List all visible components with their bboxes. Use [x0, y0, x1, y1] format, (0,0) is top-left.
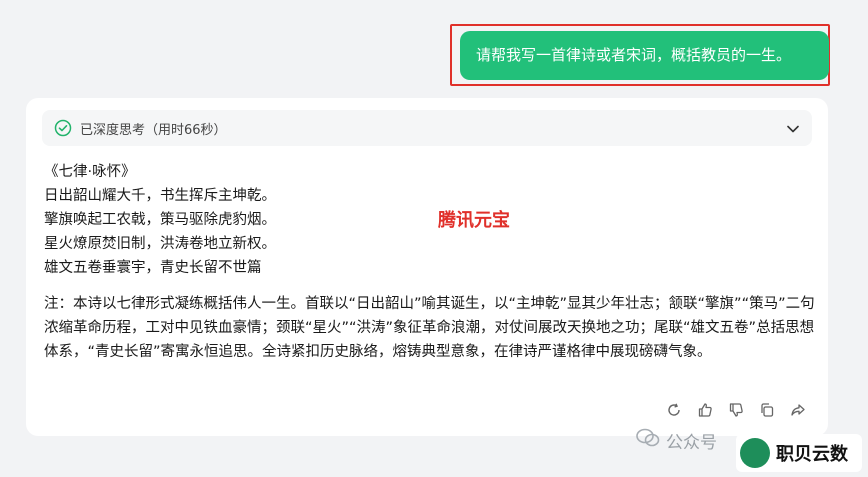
poem-line: 日出韶山耀大千，书生挥斥主坤乾。 [44, 188, 276, 204]
watermark: 公众号 [636, 428, 717, 453]
chevron-down-icon[interactable] [786, 121, 800, 135]
assistant-answer-card: 已深度思考（用时66秒） 《七律·咏怀》 日出韶山耀大千，书生挥斥主坤乾。 擎旗… [26, 98, 828, 436]
wechat-icon [636, 428, 660, 453]
poem-line: 擎旗唤起工农戟，策马驱除虎豹烟。 [44, 212, 276, 228]
thumbs-down-icon[interactable] [728, 402, 744, 418]
poem-title: 《七律·咏怀》 [44, 164, 136, 180]
poem-block: 《七律·咏怀》 日出韶山耀大千，书生挥斥主坤乾。 擎旗唤起工农戟，策马驱除虎豹烟… [44, 160, 276, 280]
thinking-label: 已深度思考（用时66秒） [80, 122, 227, 138]
answer-actions [666, 402, 806, 422]
logo-badge-icon [740, 438, 770, 468]
thumbs-up-icon[interactable] [697, 402, 713, 418]
brand-tag-annotation: 腾讯元宝 [438, 210, 510, 231]
thinking-toggle[interactable]: 已深度思考（用时66秒） [42, 110, 812, 146]
chat-view: 请帮我写一首律诗或者宋词，概括教员的一生。 已深度思考（用时66秒） 《七律·咏… [0, 0, 868, 477]
refresh-icon[interactable] [666, 402, 682, 418]
poem-line: 星火燎原焚旧制，洪涛卷地立新权。 [44, 236, 276, 252]
copy-icon[interactable] [759, 402, 775, 418]
watermark-logo-text: 职贝云数 [776, 444, 848, 465]
poem-line: 雄文五卷垂寰宇，青史长留不世篇 [44, 260, 262, 276]
share-icon[interactable] [790, 402, 806, 418]
watermark-text: 公众号 [666, 433, 717, 453]
poem-note: 注：本诗以七律形式凝练概括伟人一生。首联以“日出韶山”喻其诞生，以“主坤乾”显其… [44, 296, 815, 360]
user-message-bubble: 请帮我写一首律诗或者宋词，概括教员的一生。 [460, 31, 829, 80]
check-circle-icon [54, 119, 72, 137]
watermark-logo: 职贝云数 [736, 434, 862, 472]
